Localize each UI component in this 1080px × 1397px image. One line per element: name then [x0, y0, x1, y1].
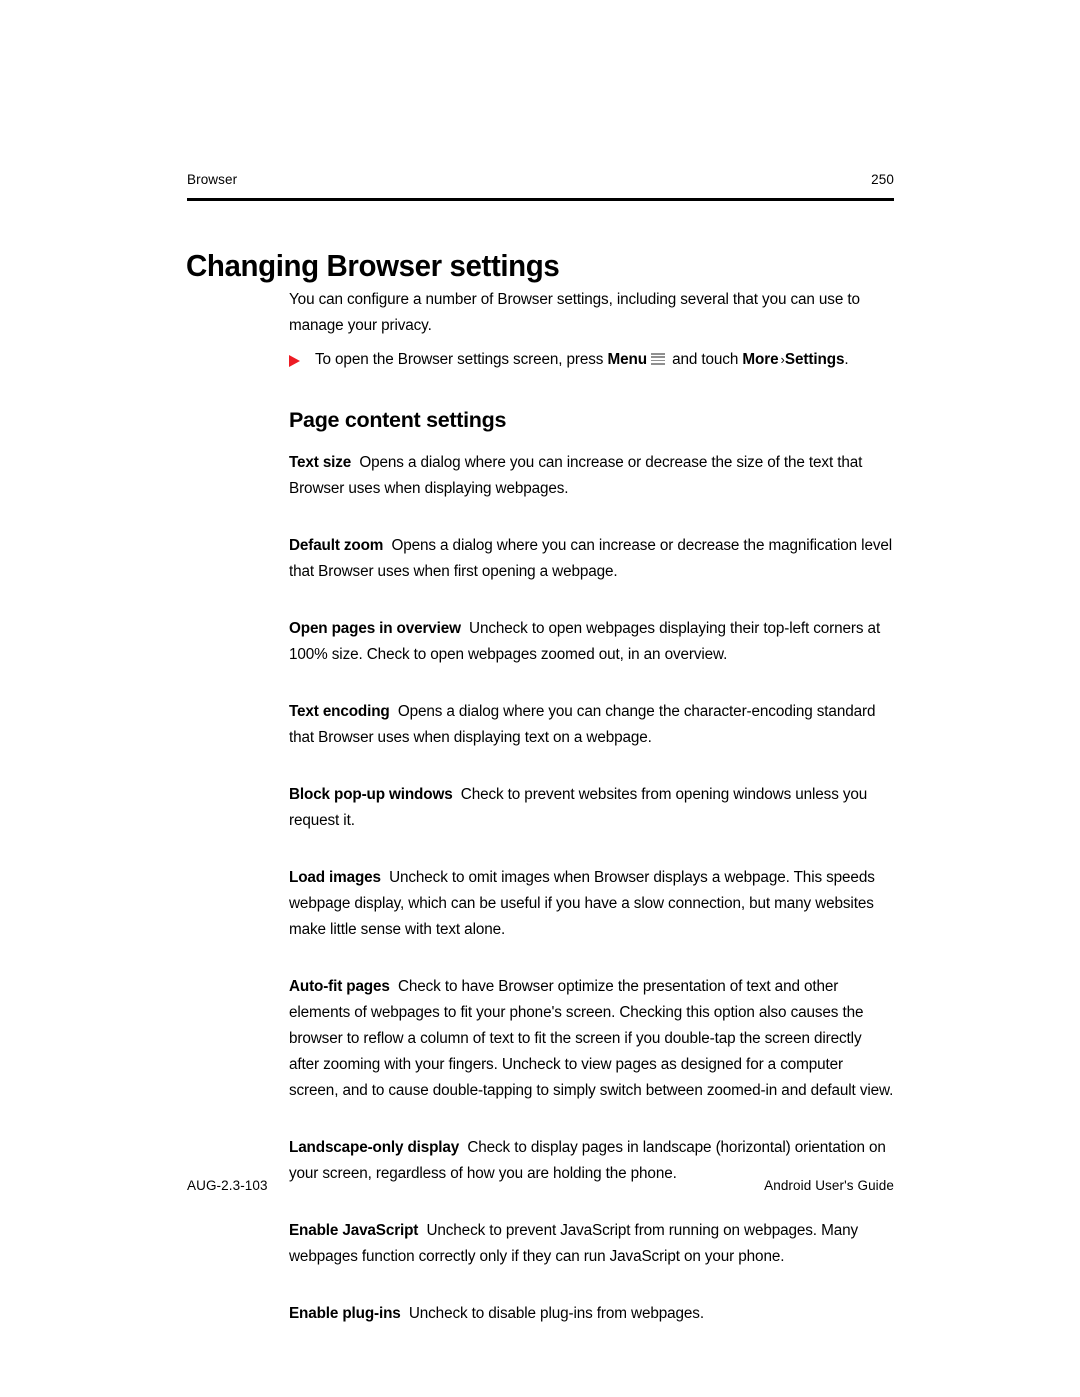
setting-description: Uncheck to disable plug-ins from webpage… — [408, 1305, 704, 1322]
section-heading-page-content-settings: Page content settings — [289, 408, 507, 432]
setting-term: Enable plug-ins — [289, 1305, 401, 1322]
bullet-text-after-menu: and touch — [667, 351, 743, 368]
settings-menu-label: Settings — [784, 351, 845, 368]
setting-entry: Load images Uncheck to omit images when B… — [289, 865, 895, 943]
setting-term: Open pages in overview — [289, 620, 461, 637]
setting-description: Check to have Browser optimize the prese… — [289, 978, 894, 1099]
running-header: Browser 250 — [187, 172, 894, 188]
more-menu-label: More — [742, 351, 779, 368]
instruction-bullet: To open the Browser settings screen, pre… — [289, 347, 895, 373]
setting-term: Load images — [289, 869, 381, 886]
menu-hamburger-icon — [650, 353, 665, 365]
header-divider-rule — [187, 198, 894, 201]
setting-term: Landscape-only display — [289, 1139, 460, 1156]
header-page-number: 250 — [871, 172, 894, 187]
setting-entry: Text encoding Opens a dialog where you ca… — [289, 699, 895, 751]
header-chapter-label: Browser — [187, 172, 238, 187]
setting-entry: Auto-fit pages Check to have Browser opti… — [289, 974, 895, 1104]
setting-entry: Enable plug-ins Uncheck to disable plug-i… — [289, 1301, 895, 1327]
setting-description: Opens a dialog where you can increase or… — [289, 454, 863, 497]
body-column: You can configure a number of Browser se… — [289, 287, 895, 1327]
setting-term: Auto-fit pages — [289, 978, 390, 995]
setting-term: Enable JavaScript — [289, 1222, 419, 1239]
bullet-trailing-period: . — [844, 351, 849, 368]
setting-term: Text encoding — [289, 703, 390, 720]
footer-doc-title: Android User's Guide — [764, 1178, 894, 1193]
document-page: Browser 250 Changing Browser settings Yo… — [0, 0, 1080, 1397]
setting-entry: Text size Opens a dialog where you can in… — [289, 450, 895, 502]
setting-entry: Block pop-up windows Check to prevent web… — [289, 782, 895, 834]
triangle-bullet-icon — [289, 355, 300, 367]
setting-entry: Enable JavaScript Uncheck to prevent Java… — [289, 1218, 895, 1270]
setting-term: Block pop-up windows — [289, 786, 453, 803]
bullet-text-before-menu: To open the Browser settings screen, pre… — [315, 351, 608, 368]
menu-key-label: Menu — [607, 351, 647, 368]
setting-entry: Open pages in overview Uncheck to open we… — [289, 616, 895, 668]
setting-entry: Default zoom Opens a dialog where you can… — [289, 533, 895, 585]
page-title: Changing Browser settings — [186, 247, 560, 283]
running-footer: AUG-2.3-103 Android User's Guide — [187, 1178, 894, 1194]
setting-term: Default zoom — [289, 537, 384, 554]
intro-paragraph: You can configure a number of Browser se… — [289, 291, 860, 334]
footer-doc-id: AUG-2.3-103 — [187, 1178, 268, 1193]
setting-term: Text size — [289, 454, 352, 471]
